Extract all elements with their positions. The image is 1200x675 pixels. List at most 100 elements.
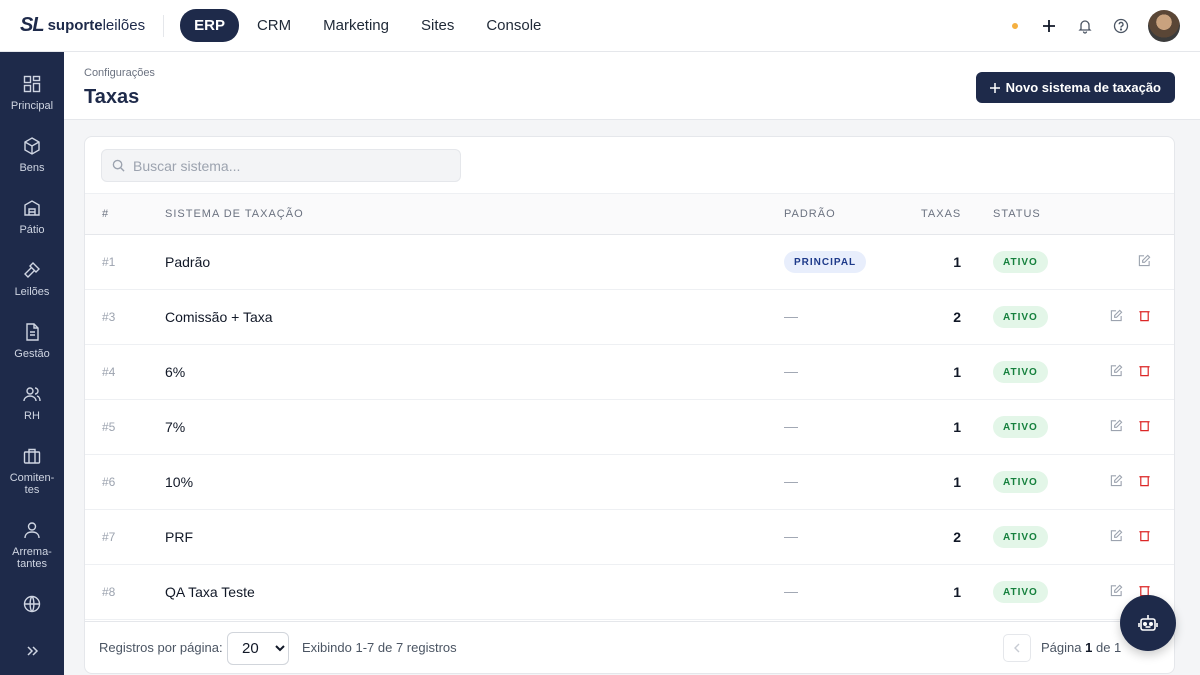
row-tax-count: 1 [953, 474, 961, 490]
delete-icon[interactable] [1138, 419, 1152, 433]
page-current: 1 [1085, 640, 1093, 655]
top-actions [1012, 10, 1180, 42]
table-row[interactable]: #5 7% — 1 ATIVO [85, 400, 1174, 455]
edit-icon[interactable] [1110, 364, 1124, 378]
row-name[interactable]: Padrão [165, 254, 210, 270]
table-row[interactable]: #8 QA Taxa Teste — 1 ATIVO [85, 565, 1174, 620]
logo-mark: SL [20, 14, 45, 36]
status-dot-icon [1012, 23, 1018, 29]
search-box [101, 149, 461, 182]
row-default: — [784, 418, 798, 434]
chat-bot-button[interactable] [1120, 595, 1176, 651]
row-id: #6 [102, 475, 116, 489]
search-icon [112, 159, 125, 172]
sidebar-item-gestao[interactable]: Gestão [0, 322, 64, 360]
row-default: — [784, 363, 798, 379]
avatar[interactable] [1148, 10, 1180, 42]
col-default: PADRÃO [784, 208, 836, 220]
sidebar-item-label: Arrema- [12, 546, 52, 558]
status-badge: ATIVO [993, 361, 1048, 383]
sidebar-item-comitentes[interactable]: Comiten- tes [0, 446, 64, 496]
row-name[interactable]: 10% [165, 474, 193, 490]
sidebar-item-sites[interactable] [0, 594, 64, 620]
new-tax-system-button[interactable]: Novo sistema de taxação [975, 72, 1175, 103]
row-name[interactable]: 6% [165, 364, 185, 380]
edit-icon[interactable] [1110, 419, 1124, 433]
page-title: Taxas [84, 86, 140, 108]
sidebar-item-label: Comiten- [9, 472, 55, 484]
row-default: — [784, 583, 798, 599]
row-tax-count: 2 [953, 309, 961, 325]
status-badge: ATIVO [993, 471, 1048, 493]
nav-console[interactable]: Console [472, 9, 555, 42]
sidebar-item-rh[interactable]: RH [0, 384, 64, 422]
warehouse-icon [24, 200, 40, 216]
delete-icon[interactable] [1138, 529, 1152, 543]
sidebar-item-arrematantes[interactable]: Arrema- tantes [0, 520, 64, 570]
app-logo[interactable]: SL suporte leilões [20, 14, 165, 37]
sidebar-item-principal[interactable]: Principal [0, 74, 64, 112]
edit-icon[interactable] [1138, 254, 1152, 268]
sidebar-item-label-2: tes [24, 484, 40, 496]
col-name[interactable]: SISTEMA DE TAXAÇÃO [165, 208, 304, 220]
globe-icon [23, 595, 41, 613]
plus-icon [989, 82, 1000, 93]
delete-icon[interactable] [1138, 364, 1152, 378]
row-default: — [784, 528, 798, 544]
sidebar-item-label: Principal [10, 100, 54, 112]
table-footer: Registros por página: 20 Exibindo 1-7 de… [85, 621, 1174, 673]
row-id: #3 [102, 310, 116, 324]
nav-sites[interactable]: Sites [407, 9, 468, 42]
row-tax-count: 1 [953, 254, 961, 270]
edit-icon[interactable] [1110, 474, 1124, 488]
bell-icon[interactable] [1076, 17, 1094, 35]
row-name[interactable]: PRF [165, 529, 193, 545]
document-icon [26, 323, 39, 341]
page-info: Página 1 de 1 [1041, 640, 1121, 655]
records-info: Exibindo 1-7 de 7 registros [302, 640, 457, 655]
nav-marketing[interactable]: Marketing [309, 9, 403, 42]
delete-icon[interactable] [1138, 309, 1152, 323]
nav-crm[interactable]: CRM [243, 9, 305, 42]
chevron-left-icon [1014, 643, 1020, 653]
prev-page-button[interactable] [1003, 634, 1031, 662]
per-page-select[interactable]: 20 [227, 632, 289, 665]
users-icon [23, 387, 41, 402]
sidebar-item-label: Gestão [14, 348, 50, 360]
sidebar-item-leiloes[interactable]: Leilões [0, 260, 64, 298]
row-name[interactable]: 7% [165, 419, 185, 435]
gavel-icon [24, 262, 40, 278]
robot-icon [1138, 615, 1158, 631]
row-id: #7 [102, 530, 116, 544]
delete-icon[interactable] [1138, 474, 1152, 488]
edit-icon[interactable] [1110, 584, 1124, 598]
status-badge: ATIVO [993, 581, 1048, 603]
edit-icon[interactable] [1110, 309, 1124, 323]
sidebar-item-label-2: tantes [17, 558, 47, 570]
edit-icon[interactable] [1110, 529, 1124, 543]
nav-erp[interactable]: ERP [180, 9, 239, 42]
table-row[interactable]: #7 PRF — 2 ATIVO [85, 510, 1174, 565]
row-name[interactable]: Comissão + Taxa [165, 309, 273, 325]
sidebar-item-bens[interactable]: Bens [0, 136, 64, 174]
top-bar: SL suporte leilões ERP CRM Marketing Sit… [0, 0, 1200, 52]
col-count: TAXAS [921, 208, 962, 220]
table-row[interactable]: #6 10% — 1 ATIVO [85, 455, 1174, 510]
plus-icon[interactable] [1040, 17, 1058, 35]
search-input[interactable] [133, 157, 433, 174]
user-icon [24, 522, 40, 539]
tax-systems-card: # SISTEMA DE TAXAÇÃO PADRÃO TAXAS STATUS… [84, 136, 1175, 674]
row-default: — [784, 308, 798, 324]
briefcase-icon [23, 448, 41, 464]
per-page-label: Registros por página: [99, 640, 223, 655]
row-name[interactable]: QA Taxa Teste [165, 584, 255, 600]
col-id: # [102, 208, 110, 220]
table-row[interactable]: #3 Comissão + Taxa — 2 ATIVO [85, 290, 1174, 345]
sidebar-item-patio[interactable]: Pátio [0, 198, 64, 236]
help-icon[interactable] [1112, 17, 1130, 35]
breadcrumb[interactable]: Configurações [84, 67, 155, 79]
sidebar-expand-button[interactable] [0, 644, 64, 664]
table-row[interactable]: #4 6% — 1 ATIVO [85, 345, 1174, 400]
table-row[interactable]: #1 Padrão PRINCIPAL 1 ATIVO [85, 235, 1174, 290]
sidebar-item-label: Pátio [19, 224, 45, 236]
